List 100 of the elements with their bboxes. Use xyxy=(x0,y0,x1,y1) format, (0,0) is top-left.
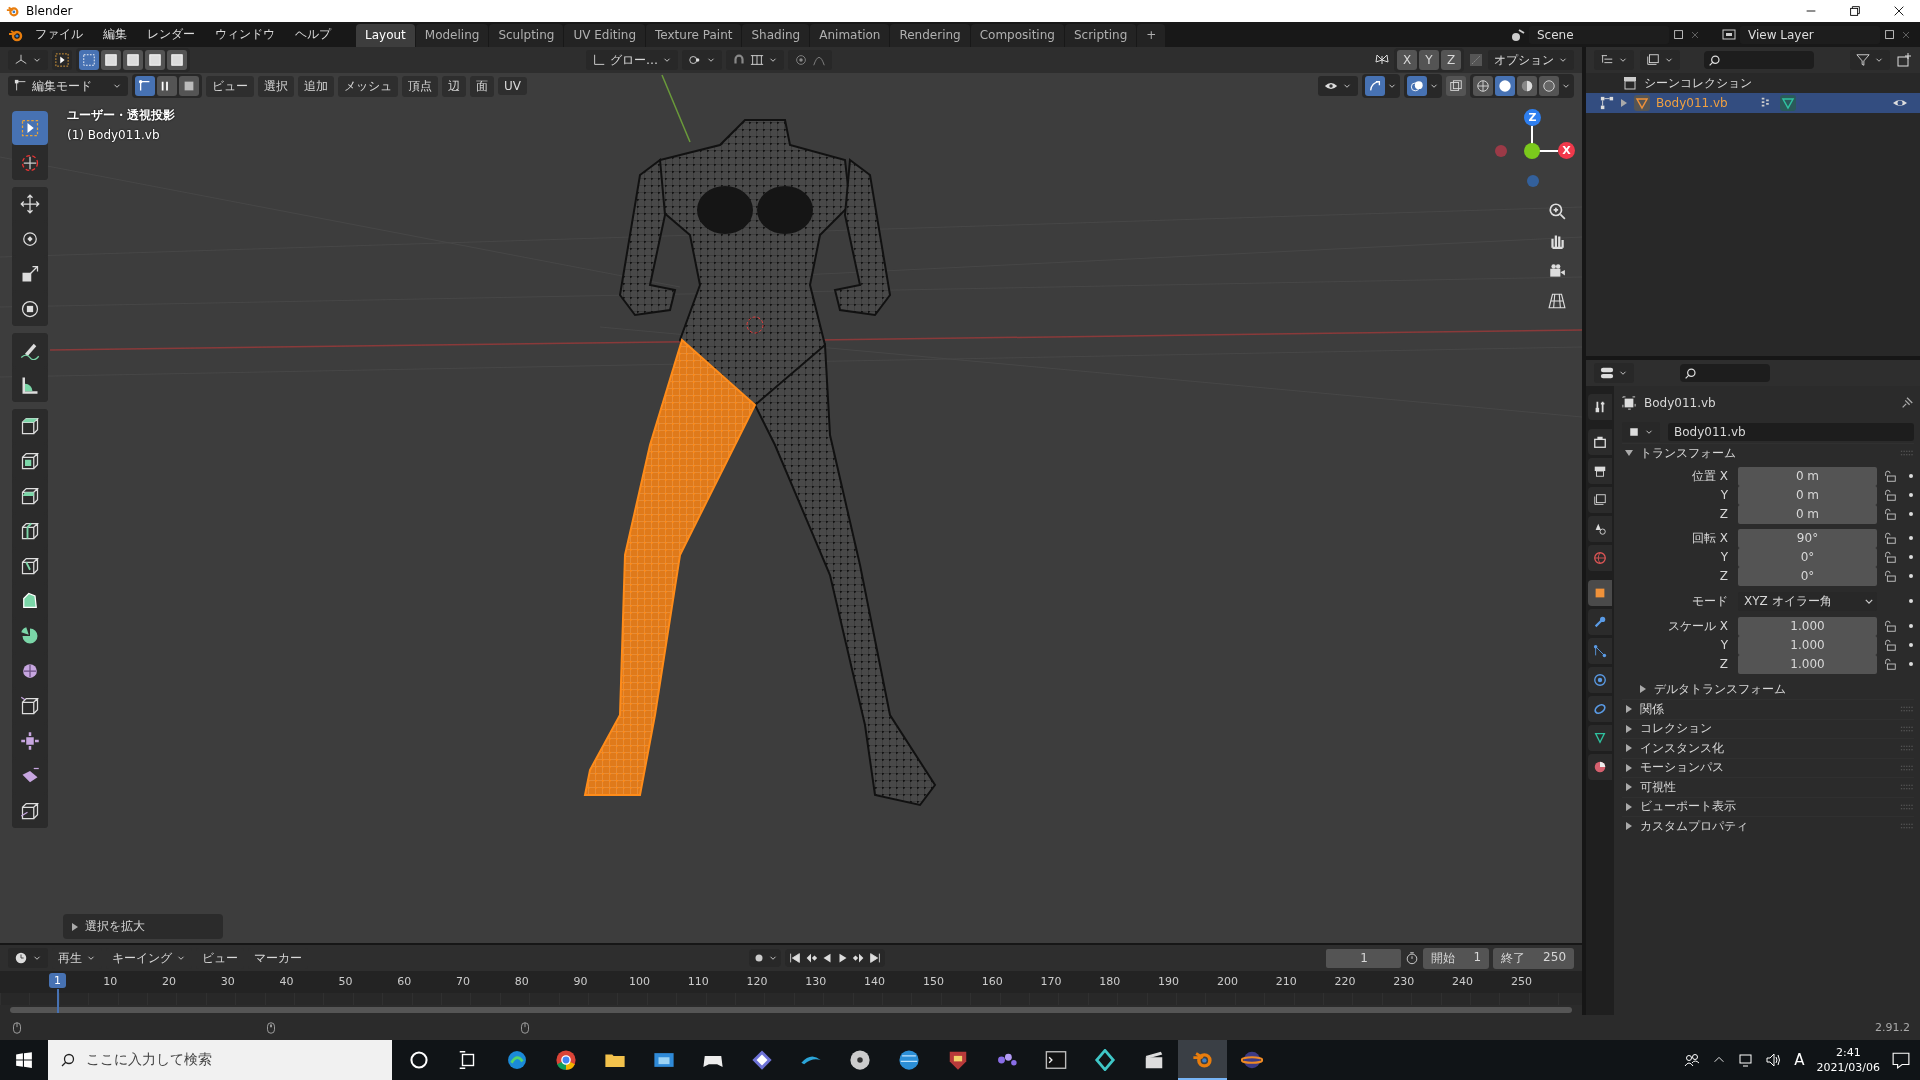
workspace-tab[interactable]: Sculpting xyxy=(489,24,564,47)
number-field[interactable]: 1.000 xyxy=(1738,654,1877,674)
menu-item[interactable]: メッシュ xyxy=(338,75,398,97)
field-label: Y xyxy=(1719,488,1729,502)
menu-item[interactable]: ビュー xyxy=(206,75,254,97)
number-field[interactable]: 0 m xyxy=(1738,504,1877,524)
outliner-item-label: Body011.vb xyxy=(1656,96,1728,110)
transform-orientation-dropdown[interactable]: グロー… xyxy=(586,50,678,70)
axis-toggle[interactable]: Y xyxy=(1419,50,1439,70)
mode-dropdown[interactable]: 編集モード xyxy=(8,76,128,96)
frame-number: 220 xyxy=(1334,975,1356,988)
menu-item[interactable]: ファイル xyxy=(26,24,92,45)
frame-number: 130 xyxy=(805,975,827,988)
panel-title[interactable]: トランスフォーム xyxy=(1640,444,1736,462)
object-name-field[interactable]: Body011.vb xyxy=(1668,423,1914,441)
workspace-tab[interactable]: Animation xyxy=(810,24,890,47)
input-method-indicator[interactable]: A xyxy=(1794,1051,1805,1069)
menu-item[interactable]: UV xyxy=(498,77,527,95)
frame-number: 10 xyxy=(103,975,118,988)
number-field[interactable]: 0 m xyxy=(1738,466,1877,486)
field-label: Z xyxy=(1718,657,1729,671)
menu-item[interactable]: ウィンドウ xyxy=(206,24,284,45)
frame-number: 150 xyxy=(922,975,944,988)
panel-title[interactable]: 関係 xyxy=(1640,700,1664,718)
outliner-item-label: シーンコレクション xyxy=(1644,74,1752,92)
end-frame-field[interactable]: 終了 250 xyxy=(1493,947,1574,969)
x-axis-handle[interactable]: X xyxy=(1558,142,1575,159)
frame-number: 100 xyxy=(628,975,650,988)
menu-item[interactable]: 追加 xyxy=(298,75,334,97)
frame-number: 20 xyxy=(162,975,176,988)
frame-number: 120 xyxy=(746,975,768,988)
frame-number: 210 xyxy=(1275,975,1297,988)
frame-number: 40 xyxy=(279,975,294,988)
object-name: Body011.vb xyxy=(1644,396,1716,410)
scene-field[interactable]: Scene xyxy=(1529,25,1669,44)
number-field[interactable]: 1.000 xyxy=(1738,635,1877,655)
frame-number: 240 xyxy=(1452,975,1474,988)
view-name: ユーザー・透視投影 xyxy=(67,107,175,124)
workspace-tab[interactable]: Modeling xyxy=(415,24,489,47)
number-field[interactable]: 90° xyxy=(1738,528,1877,548)
panel-title[interactable]: カスタムプロパティ xyxy=(1640,817,1748,835)
workspace-tab[interactable]: Shading xyxy=(742,24,810,47)
panel-title[interactable]: コレクション xyxy=(1640,720,1712,738)
panel-title[interactable]: ビューポート表示 xyxy=(1640,798,1736,816)
options-dropdown[interactable]: オプション xyxy=(1488,50,1574,70)
axis-toggle[interactable]: X xyxy=(1397,50,1417,70)
field-label: Z xyxy=(1718,507,1729,521)
add-workspace-button[interactable]: + xyxy=(1137,24,1166,47)
playhead[interactable]: 1 xyxy=(49,973,66,988)
outliner-row[interactable]: シーンコレクション xyxy=(1586,73,1920,93)
last-operator-panel[interactable]: 選択を拡大 xyxy=(63,914,223,939)
frame-number: 230 xyxy=(1393,975,1415,988)
field-label: モード xyxy=(1691,592,1729,610)
clock[interactable]: 2:41 2021/03/06 xyxy=(1816,1044,1880,1076)
field-label: Y xyxy=(1719,550,1729,564)
view-layer-field[interactable]: View Layer xyxy=(1740,25,1880,44)
workspace-tab[interactable]: UV Editing xyxy=(564,24,646,47)
frame-number: 180 xyxy=(1099,975,1121,988)
workspace-tab[interactable]: Compositing xyxy=(970,24,1064,47)
number-field[interactable]: 0 m xyxy=(1738,485,1877,505)
start-frame-field[interactable]: 開始 1 xyxy=(1423,947,1490,969)
frame-number: 30 xyxy=(220,975,235,988)
workspace-tab[interactable]: Rendering xyxy=(890,24,970,47)
taskbar-search-field[interactable]: ここに入力して検索 xyxy=(48,1040,392,1080)
frame-number: 200 xyxy=(1216,975,1238,988)
current-frame-field[interactable]: 1 xyxy=(1326,948,1402,968)
workspace-tab[interactable]: Texture Paint xyxy=(646,24,742,47)
menu-item[interactable]: ヘルプ xyxy=(286,24,340,45)
menu-item[interactable]: 頂点 xyxy=(402,75,438,97)
frame-number: 250 xyxy=(1510,975,1532,988)
workspace-tab[interactable]: Layout xyxy=(356,24,415,47)
frame-number: 140 xyxy=(864,975,886,988)
axis-toggle[interactable]: Z xyxy=(1441,50,1461,70)
object-label: (1) Body011.vb xyxy=(67,128,161,142)
menu-item[interactable]: 面 xyxy=(470,75,494,97)
menu-item[interactable]: 辺 xyxy=(442,75,466,97)
frame-number: 90 xyxy=(573,975,588,988)
frame-number: 190 xyxy=(1158,975,1180,988)
field-label: 位置 X xyxy=(1690,467,1729,485)
version-label: 2.91.2 xyxy=(1875,1021,1910,1034)
number-field[interactable]: 1.000 xyxy=(1738,616,1877,636)
panel-title[interactable]: インスタンス化 xyxy=(1640,739,1724,757)
panel-title[interactable]: 可視性 xyxy=(1640,778,1676,796)
frame-number: 170 xyxy=(1040,975,1062,988)
panel-title[interactable]: デルタトランスフォーム xyxy=(1654,680,1786,698)
number-field[interactable]: 0° xyxy=(1738,566,1877,586)
frame-number: 80 xyxy=(514,975,529,988)
workspace-tab[interactable]: Scripting xyxy=(1064,24,1137,47)
field-label: Z xyxy=(1718,569,1729,583)
menu-item[interactable]: 選択 xyxy=(258,75,294,97)
menu-item[interactable]: 編集 xyxy=(94,24,136,45)
outliner-row[interactable]: Body011.vb xyxy=(1586,93,1920,113)
field-label: スケール X xyxy=(1666,617,1729,635)
z-axis-handle[interactable]: Z xyxy=(1524,109,1541,126)
panel-title[interactable]: モーションパス xyxy=(1640,759,1724,777)
number-field[interactable]: 0° xyxy=(1738,547,1877,567)
menu-item[interactable]: レンダー xyxy=(138,24,204,45)
rotation-mode-dropdown[interactable]: XYZ オイラー角 xyxy=(1738,591,1877,611)
window-title: Blender xyxy=(26,4,73,18)
frame-number: 60 xyxy=(397,975,412,988)
